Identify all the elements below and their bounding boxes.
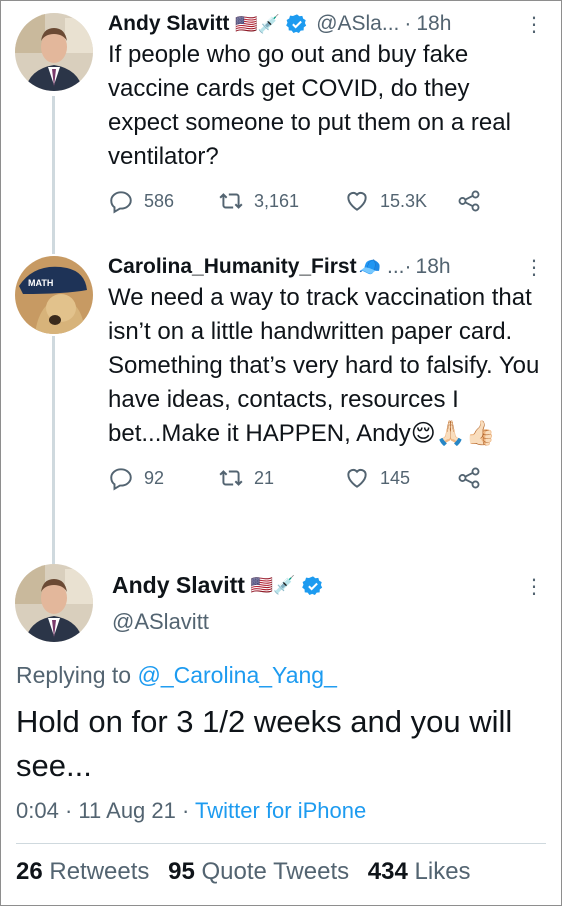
share-icon	[458, 467, 480, 489]
tweet-header: Andy Slavitt 🇺🇸💉	[112, 572, 544, 599]
retweets-stat[interactable]: 26 Retweets	[16, 858, 149, 885]
tweet-header: Carolina_Humanity_First 🧢 ... · 18h	[108, 255, 544, 279]
separator-dot: ·	[64, 798, 73, 823]
divider	[16, 843, 546, 844]
action-bar: 586 3,161 15.3K	[108, 188, 544, 214]
tweet-date[interactable]: 11 Aug 21	[78, 798, 175, 823]
replying-to: Replying to @_Carolina_Yang_	[16, 662, 546, 689]
share-icon	[458, 190, 480, 212]
handle[interactable]: @ASlavitt	[112, 609, 544, 635]
reply-icon	[110, 468, 132, 491]
focused-tweet-text: Hold on for 3 1/2 weeks and you will see…	[16, 704, 513, 783]
share-button[interactable]	[456, 188, 492, 214]
like-button[interactable]: 15.3K	[344, 188, 456, 214]
action-bar: 92 21 145	[108, 465, 544, 491]
separator-dot: ·	[182, 798, 190, 823]
tweet-time[interactable]: 0:04	[16, 798, 59, 823]
retweet-button[interactable]: 21	[218, 465, 344, 491]
tweet-metadata: 0:04 · 11 Aug 21 · Twitter for iPhone	[16, 798, 546, 824]
engagement-stats: 26 Retweets 95 Quote Tweets 434 Likes	[16, 858, 471, 886]
reply-count: 92	[144, 467, 165, 488]
more-options-icon[interactable]: ⋮	[524, 255, 544, 280]
retweet-icon	[219, 193, 243, 209]
verified-badge-icon	[286, 14, 307, 33]
replying-to-link[interactable]: @_Carolina_Yang_	[137, 662, 336, 688]
display-name[interactable]: Carolina_Humanity_First	[108, 255, 357, 279]
focused-tweet-header[interactable]: Andy Slavitt 🇺🇸💉 @ASlavitt ⋮	[112, 572, 544, 635]
name-badges: 🇺🇸💉	[235, 13, 281, 34]
timestamp[interactable]: 18h	[416, 12, 451, 36]
like-button[interactable]: 145	[344, 465, 456, 491]
tweet-text: We need a way to track vaccination that …	[108, 284, 540, 447]
timestamp[interactable]: 18h	[416, 255, 451, 279]
tweet[interactable]: Andy Slavitt 🇺🇸💉 @ASla... · 18h ⋮ If peo…	[108, 12, 544, 214]
avatar[interactable]: MATH	[15, 256, 93, 334]
retweet-button[interactable]: 3,161	[218, 188, 344, 214]
likes-stat[interactable]: 434 Likes	[368, 858, 471, 885]
like-count: 15.3K	[380, 190, 428, 211]
more-options-icon[interactable]: ⋮	[524, 574, 544, 599]
heart-icon	[347, 191, 367, 211]
handle[interactable]: @ASla...	[316, 12, 399, 36]
thread-line	[52, 96, 55, 254]
reply-count: 586	[144, 190, 175, 211]
tweet[interactable]: Carolina_Humanity_First 🧢 ... · 18h ⋮ We…	[108, 255, 544, 491]
name-badges: 🇺🇸💉	[250, 575, 296, 595]
separator-dot: ·	[404, 12, 412, 35]
avatar[interactable]	[15, 13, 93, 91]
heart-icon	[347, 468, 367, 488]
verified-badge-icon	[301, 575, 322, 595]
separator-dot: ·	[404, 255, 412, 278]
reply-icon	[110, 191, 132, 214]
display-name[interactable]: Andy Slavitt	[108, 12, 229, 36]
thread-line	[52, 336, 55, 564]
avatar-cap-text: MATH	[28, 278, 53, 288]
tweet-source-link[interactable]: Twitter for iPhone	[195, 798, 366, 823]
tweet-text: If people who go out and buy fake vaccin…	[108, 41, 511, 170]
avatar[interactable]	[15, 564, 93, 642]
reply-button[interactable]: 92	[108, 465, 218, 491]
display-name[interactable]: Andy Slavitt	[112, 572, 245, 599]
name-badges: 🧢	[358, 256, 381, 277]
more-options-icon[interactable]: ⋮	[524, 12, 544, 37]
handle[interactable]: ...	[387, 255, 405, 279]
quote-tweets-stat[interactable]: 95 Quote Tweets	[168, 858, 349, 885]
reply-button[interactable]: 586	[108, 188, 218, 214]
like-count: 145	[380, 467, 411, 488]
share-button[interactable]	[456, 465, 492, 491]
retweet-count: 3,161	[254, 190, 300, 211]
replying-prefix: Replying to	[16, 662, 138, 688]
tweet-header: Andy Slavitt 🇺🇸💉 @ASla... · 18h	[108, 12, 544, 36]
retweet-icon	[219, 470, 243, 486]
retweet-count: 21	[254, 467, 275, 488]
